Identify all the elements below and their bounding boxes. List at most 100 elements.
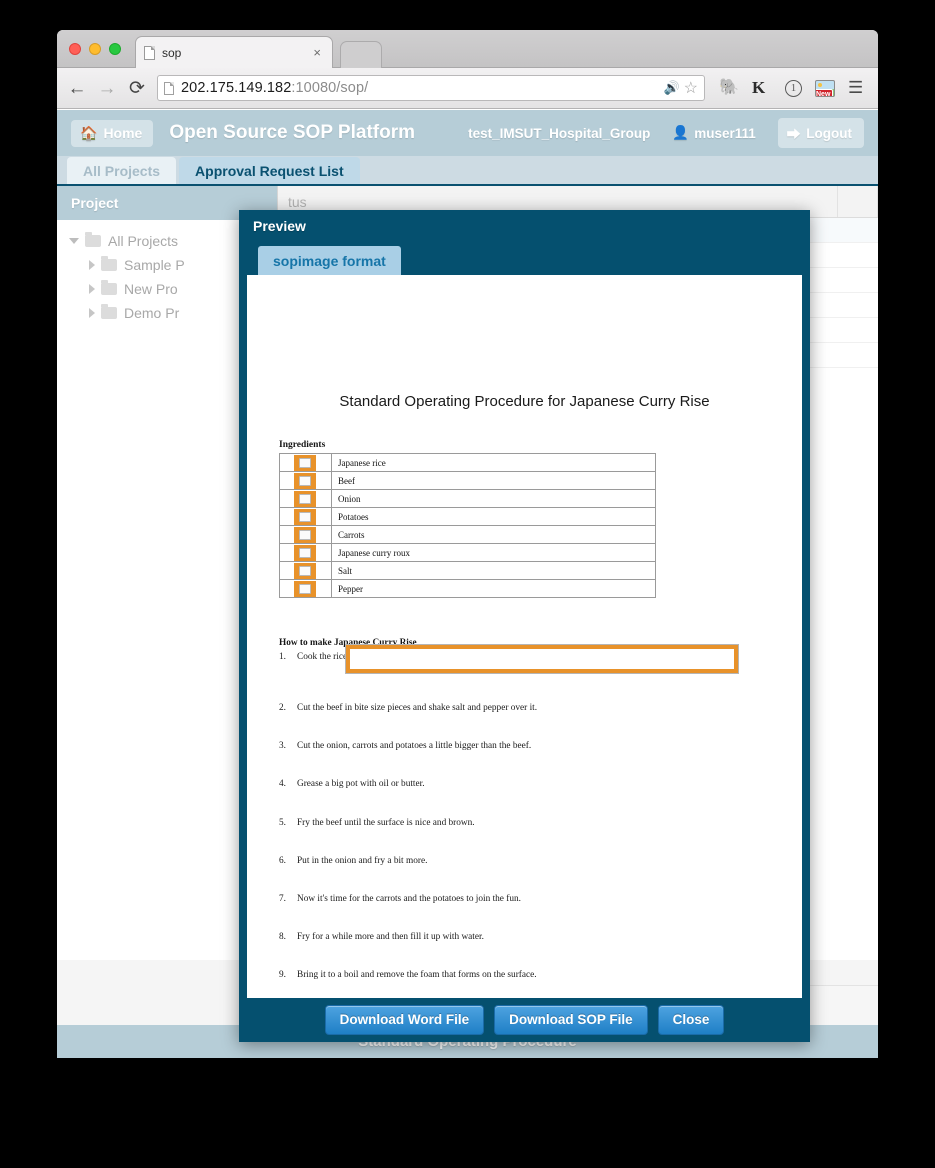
step-text: Now it's time for the carrots and the po… [297, 893, 521, 904]
logout-icon: ⮕ [786, 127, 801, 142]
sidebar-item-label: New Pro [124, 281, 178, 297]
forward-icon[interactable]: → [97, 79, 117, 98]
folder-icon [101, 256, 117, 271]
ingredient-checkbox-cell[interactable] [279, 453, 332, 472]
sidebar-item-label: Demo Pr [124, 305, 180, 321]
ingredient-checkbox-cell[interactable] [279, 489, 332, 508]
tab-all-projects[interactable]: All Projects [67, 157, 177, 184]
checkbox-icon[interactable] [299, 494, 311, 504]
modal-footer: Download Word File Download SOP File Clo… [239, 998, 810, 1042]
chevron-right-icon[interactable] [89, 260, 95, 270]
checkbox-icon[interactable] [299, 584, 311, 594]
step-number: 6. [279, 855, 286, 866]
ingredient-checkbox-cell[interactable] [279, 507, 332, 526]
checkbox-icon[interactable] [299, 458, 311, 468]
app-tabs: All Projects Approval Request List [57, 156, 878, 186]
list-item: 2. Cut the beef in bite size pieces and … [279, 703, 778, 714]
step-entry-input[interactable] [345, 644, 739, 674]
step-number: 5. [279, 817, 286, 828]
logout-button[interactable]: ⮕ Logout [777, 118, 864, 148]
document-preview[interactable]: Standard Operating Procedure for Japanes… [247, 275, 802, 998]
ingredient-checkbox-cell[interactable] [279, 561, 332, 580]
browser-tabstrip: sop × [57, 30, 878, 68]
browser-tab[interactable]: sop × [135, 36, 333, 68]
step-number: 4. [279, 779, 286, 790]
step-number: 2. [279, 703, 286, 714]
list-item: 9. Bring it to a boil and remove the foa… [279, 970, 778, 981]
steps-list: 1. Cook the rice. 2. Cut the beef in bit… [271, 644, 778, 981]
table-row[interactable]: Onion [279, 489, 656, 508]
table-row[interactable]: Salt [279, 561, 656, 580]
ingredient-name: Potatoes [331, 507, 656, 526]
checkbox-highlight [294, 455, 316, 471]
new-badge: New [816, 88, 834, 96]
step-number: 3. [279, 741, 286, 752]
user-menu[interactable]: 👤 muser111 [672, 125, 755, 141]
tab-sopimage-format[interactable]: sopimage format [258, 246, 401, 275]
list-item: 3. Cut the onion, carrots and potatoes a… [279, 741, 778, 752]
home-button[interactable]: 🏠 Home [71, 119, 154, 147]
chevron-right-icon[interactable] [89, 284, 95, 294]
table-row[interactable]: Potatoes [279, 507, 656, 526]
ingredient-checkbox-cell[interactable] [279, 579, 332, 598]
hamburger-menu-icon[interactable]: ☰ [848, 78, 868, 98]
ingredients-table: Japanese rice Beef Onion Potatoes Carrot… [279, 453, 656, 598]
list-item: 5. Fry the beef until the surface is nic… [279, 818, 778, 829]
tab-approval-request-list[interactable]: Approval Request List [179, 157, 360, 184]
minimize-window-button[interactable] [89, 43, 101, 55]
step-text: Cut the beef in bite size pieces and sha… [297, 703, 538, 714]
close-button[interactable]: Close [657, 1005, 725, 1035]
logout-button-label: Logout [806, 125, 852, 141]
checkbox-icon[interactable] [299, 566, 311, 576]
table-row[interactable]: Pepper [279, 579, 656, 598]
download-word-file-button[interactable]: Download Word File [324, 1005, 485, 1035]
address-bar[interactable]: 202.175.149.182:10080/sop/ 🔊 ☆ [157, 75, 705, 101]
list-item: 1. Cook the rice. [279, 644, 778, 674]
extension-toolbar: 🐘 K 1 New ☰ [715, 78, 868, 98]
ingredient-checkbox-cell[interactable] [279, 543, 332, 562]
maximize-window-button[interactable] [109, 43, 121, 55]
back-icon[interactable]: ← [67, 79, 87, 98]
download-sop-file-button[interactable]: Download SOP File [494, 1005, 648, 1035]
ingredient-checkbox-cell[interactable] [279, 471, 332, 490]
close-icon[interactable]: × [310, 46, 324, 59]
browser-navbar: ← → ⟳ 202.175.149.182:10080/sop/ 🔊 ☆ 🐘 K… [57, 68, 878, 109]
ingredient-name: Japanese rice [331, 453, 656, 472]
speaker-icon[interactable]: 🔊 [663, 80, 679, 96]
checkbox-highlight [294, 563, 316, 579]
page-info-icon[interactable] [164, 81, 174, 95]
checkbox-icon[interactable] [299, 476, 311, 486]
chevron-down-icon[interactable] [69, 238, 79, 244]
table-row[interactable]: Beef [279, 471, 656, 490]
folder-icon [101, 304, 117, 319]
image-extension-icon[interactable]: New [815, 79, 835, 97]
table-row[interactable]: Carrots [279, 525, 656, 544]
window-controls[interactable] [69, 43, 121, 55]
group-name: test_IMSUT_Hospital_Group [468, 125, 651, 141]
url-path: :10080/sop/ [291, 80, 369, 96]
kami-extension-icon[interactable]: K [752, 78, 772, 98]
checkbox-highlight [294, 581, 316, 597]
checkbox-icon[interactable] [299, 530, 311, 540]
checkbox-icon[interactable] [299, 512, 311, 522]
close-window-button[interactable] [69, 43, 81, 55]
folder-icon [101, 280, 117, 295]
page-favicon-icon [144, 45, 155, 60]
ingredient-name: Salt [331, 561, 656, 580]
table-row[interactable]: Japanese curry roux [279, 543, 656, 562]
checkbox-highlight [294, 473, 316, 489]
checkbox-icon[interactable] [299, 548, 311, 558]
evernote-icon[interactable]: 🐘 [719, 78, 739, 98]
sidebar-item-label: All Projects [108, 233, 179, 249]
url-host: 202.175.149.182 [181, 80, 292, 96]
ingredient-checkbox-cell[interactable] [279, 525, 332, 544]
table-row[interactable]: Japanese rice [279, 453, 656, 472]
bookmark-star-icon[interactable]: ☆ [684, 78, 698, 98]
document-title: Standard Operating Procedure for Japanes… [339, 393, 710, 410]
new-tab-button[interactable] [340, 41, 382, 68]
reload-icon[interactable]: ⟳ [127, 77, 147, 100]
address-bar-actions: 🔊 ☆ [663, 78, 698, 98]
chevron-right-icon[interactable] [89, 308, 95, 318]
grid-column-extra[interactable] [838, 186, 878, 217]
info-circle-icon[interactable]: 1 [785, 80, 802, 97]
